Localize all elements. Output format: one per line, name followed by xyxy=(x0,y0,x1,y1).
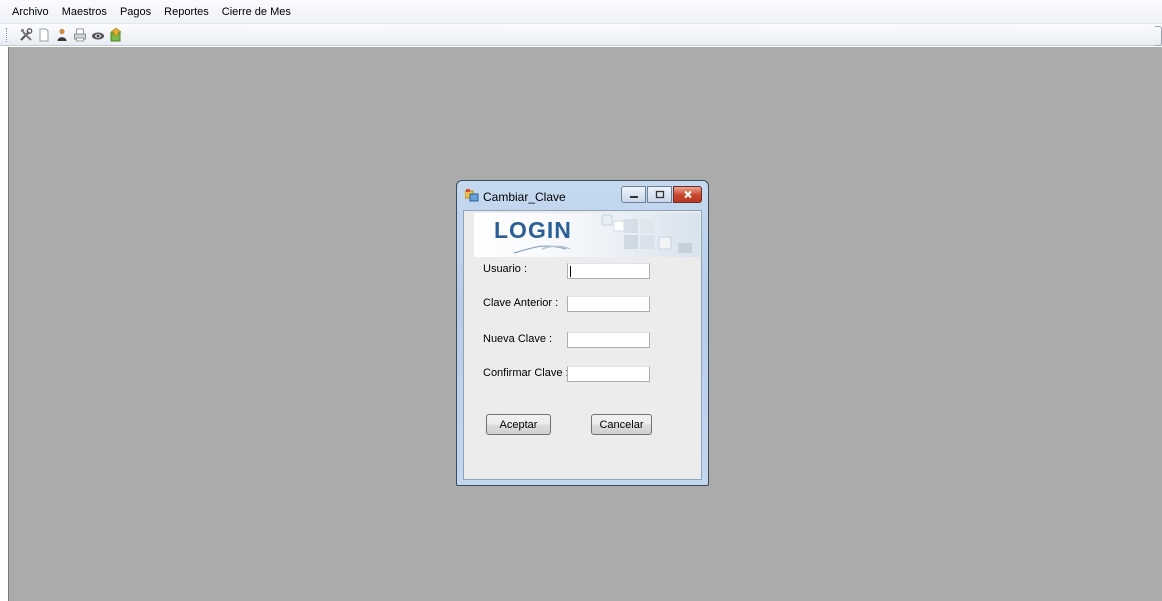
login-logo: LOGIN xyxy=(494,217,572,243)
menu-maestros[interactable]: Maestros xyxy=(62,6,107,18)
dialog-client-area: LOGIN Usuario : Clave Anterior : Nueva C… xyxy=(463,210,702,480)
person-icon[interactable] xyxy=(54,27,70,43)
login-banner: LOGIN xyxy=(474,213,700,257)
clave-anterior-input[interactable] xyxy=(567,296,650,312)
confirmar-clave-input[interactable] xyxy=(567,366,650,382)
eye-icon[interactable] xyxy=(90,27,106,43)
text-caret xyxy=(570,266,571,277)
toolbar-overflow-button[interactable] xyxy=(1155,26,1162,46)
cambiar-clave-window: Cambiar_Clave LOGIN Usuario: Clave Ante… xyxy=(456,180,709,486)
document-icon[interactable] xyxy=(36,27,52,43)
menu-archivo[interactable]: Archivo xyxy=(12,6,49,18)
window-title: Cambiar_Clave xyxy=(483,190,566,204)
cancelar-button[interactable]: Cancelar xyxy=(591,414,652,435)
maximize-button[interactable] xyxy=(647,186,672,203)
menu-pagos[interactable]: Pagos xyxy=(120,6,151,18)
close-button[interactable] xyxy=(673,186,702,203)
toolbar xyxy=(0,24,1162,46)
maximize-icon xyxy=(655,190,664,199)
usuario-input[interactable] xyxy=(567,263,650,279)
aceptar-button[interactable]: Aceptar xyxy=(486,414,551,435)
close-icon xyxy=(683,190,692,199)
menu-cierre-de-mes[interactable]: Cierre de Mes xyxy=(222,6,291,18)
usuario-label: Usuario : xyxy=(483,263,528,275)
nueva-clave-label: Nueva Clave : xyxy=(483,333,553,345)
minimize-icon xyxy=(629,195,638,198)
minimize-button[interactable] xyxy=(621,186,646,203)
caption-buttons xyxy=(620,186,702,203)
exit-icon[interactable] xyxy=(108,27,124,43)
nueva-clave-input[interactable] xyxy=(567,332,650,348)
menu-bar: Archivo Maestros Pagos Reportes Cierre d… xyxy=(0,0,1162,24)
menu-reportes[interactable]: Reportes xyxy=(164,6,209,18)
printer-icon[interactable] xyxy=(72,27,88,43)
app-icon xyxy=(464,189,479,202)
window-titlebar[interactable]: Cambiar_Clave xyxy=(457,181,708,210)
toolbar-grip[interactable] xyxy=(6,27,10,42)
clave-anterior-label: Clave Anterior : xyxy=(483,297,559,309)
tools-icon[interactable] xyxy=(18,27,34,43)
confirmar-clave-label: Confirmar Clave : xyxy=(483,367,569,379)
